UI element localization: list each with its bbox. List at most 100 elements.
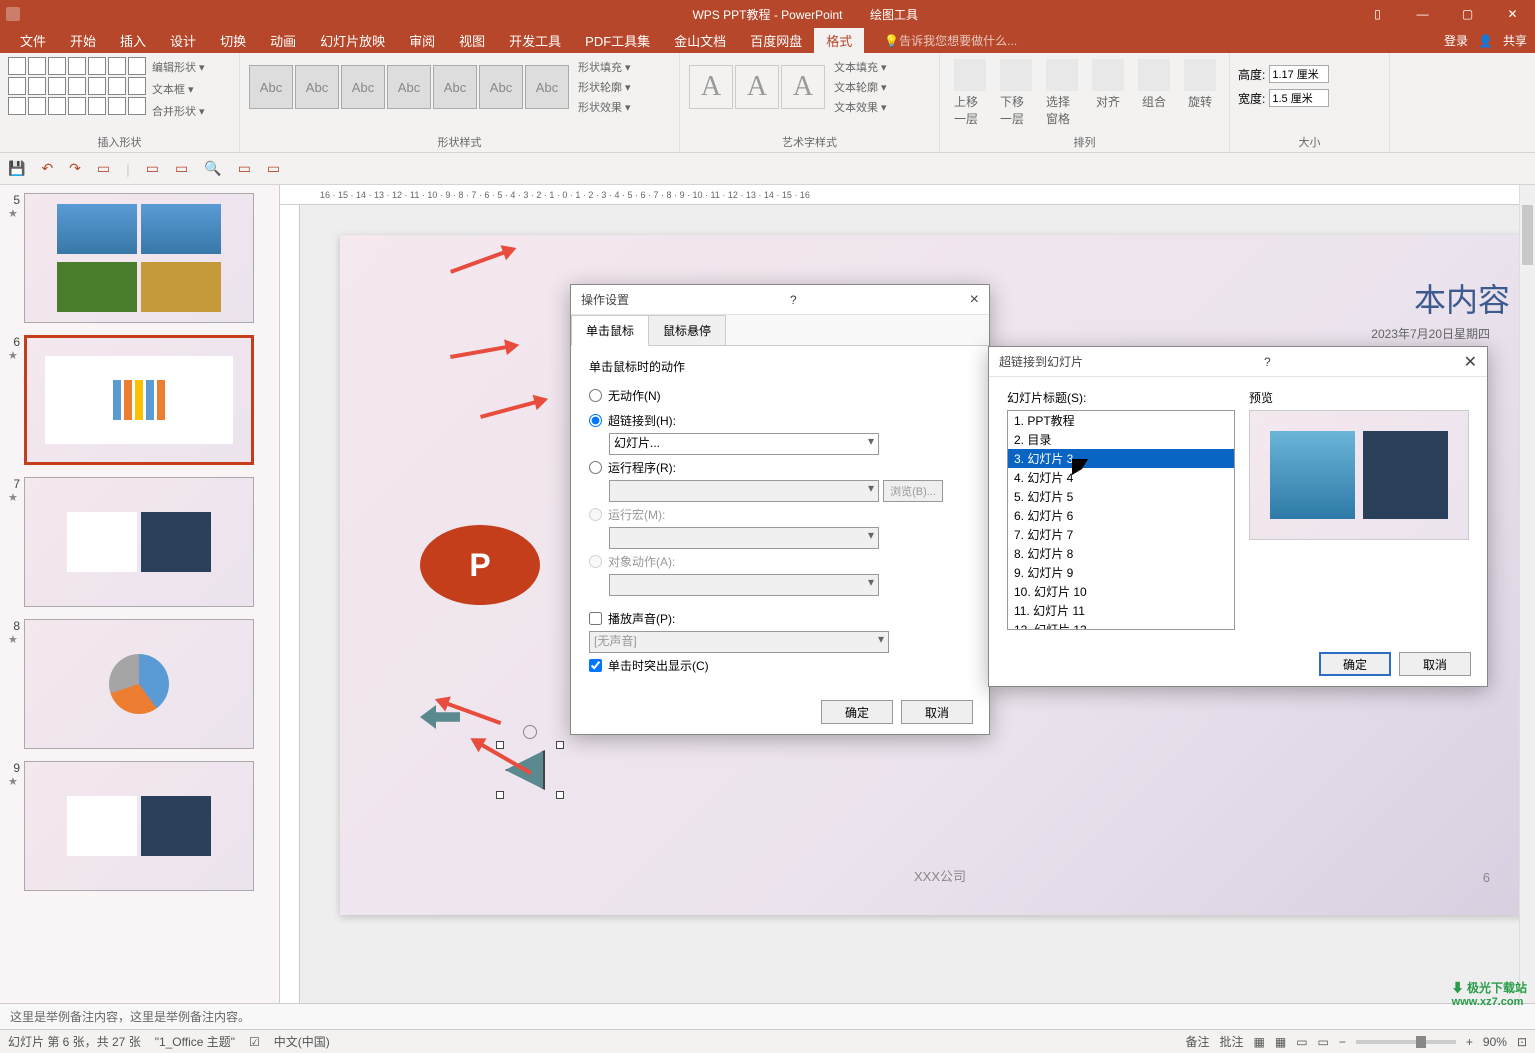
- resize-handle[interactable]: [556, 791, 564, 799]
- text-outline-button[interactable]: 文本轮廓 ▾: [834, 77, 887, 97]
- tab-jinshan[interactable]: 金山文档: [662, 27, 738, 54]
- qat-icon[interactable]: ▭: [267, 160, 280, 177]
- normal-view-icon[interactable]: ▦: [1254, 1035, 1265, 1049]
- zoom-out-icon[interactable]: −: [1339, 1035, 1346, 1049]
- list-item[interactable]: 2. 目录: [1008, 430, 1234, 449]
- spellcheck-icon[interactable]: ☑: [249, 1035, 260, 1049]
- tab-animations[interactable]: 动画: [258, 27, 308, 54]
- sorter-view-icon[interactable]: ▦: [1275, 1035, 1286, 1049]
- rotate-handle-icon[interactable]: [523, 725, 537, 739]
- thumbnail-8[interactable]: 8★: [8, 619, 271, 749]
- align-button[interactable]: 对齐: [1086, 57, 1130, 129]
- tellme-input[interactable]: 告诉我您想要做什么...: [899, 32, 1017, 49]
- radio-run-program[interactable]: [589, 461, 602, 474]
- zoom-in-icon[interactable]: +: [1466, 1035, 1473, 1049]
- edit-shape-button[interactable]: 编辑形状 ▾: [152, 57, 205, 77]
- close-button[interactable]: ✕: [1490, 0, 1535, 28]
- textbox-button[interactable]: 文本框 ▾: [152, 79, 205, 99]
- list-item[interactable]: 8. 幻灯片 8: [1008, 544, 1234, 563]
- list-item[interactable]: 11. 幻灯片 11: [1008, 601, 1234, 620]
- notes-pane[interactable]: 这里是举例备注内容，这里是举例备注内容。: [0, 1003, 1535, 1029]
- help-icon[interactable]: ?: [790, 293, 797, 307]
- reading-view-icon[interactable]: ▭: [1296, 1035, 1307, 1049]
- close-icon[interactable]: ×: [970, 291, 979, 309]
- ok-button[interactable]: 确定: [821, 700, 893, 724]
- list-item[interactable]: 6. 幻灯片 6: [1008, 506, 1234, 525]
- minimize-button[interactable]: —: [1400, 0, 1445, 28]
- shapes-gallery[interactable]: [8, 57, 146, 121]
- tab-slideshow[interactable]: 幻灯片放映: [308, 27, 397, 54]
- list-item[interactable]: 10. 幻灯片 10: [1008, 582, 1234, 601]
- checkbox-play-sound[interactable]: [589, 612, 602, 625]
- close-icon[interactable]: ✕: [1464, 352, 1477, 372]
- width-input[interactable]: [1269, 89, 1329, 107]
- selection-pane-button[interactable]: 选择窗格: [1040, 57, 1084, 129]
- hyperlink-combo[interactable]: 幻灯片...: [609, 433, 879, 455]
- resize-handle[interactable]: [556, 741, 564, 749]
- merge-shapes-button[interactable]: 合并形状 ▾: [152, 101, 205, 121]
- shape-styles-gallery[interactable]: Abc Abc Abc Abc Abc Abc Abc: [248, 64, 570, 110]
- thumbnail-5[interactable]: 5★: [8, 193, 271, 323]
- tab-file[interactable]: 文件: [8, 27, 58, 54]
- list-item[interactable]: 3. 幻灯片 3: [1008, 449, 1234, 468]
- browse-button[interactable]: 浏览(B)...: [883, 480, 943, 502]
- zoom-level[interactable]: 90%: [1483, 1035, 1507, 1049]
- tab-review[interactable]: 审阅: [397, 27, 447, 54]
- list-item[interactable]: 5. 幻灯片 5: [1008, 487, 1234, 506]
- group-button[interactable]: 组合: [1132, 57, 1176, 129]
- qat-icon[interactable]: ▭: [175, 160, 188, 177]
- tab-insert[interactable]: 插入: [108, 27, 158, 54]
- height-input[interactable]: [1269, 65, 1329, 83]
- tab-baidu[interactable]: 百度网盘: [738, 27, 814, 54]
- ribbon-display-options[interactable]: ▯: [1355, 0, 1400, 28]
- wordart-gallery[interactable]: A A A: [688, 64, 826, 110]
- cancel-button[interactable]: 取消: [901, 700, 973, 724]
- thumbnail-7[interactable]: 7★: [8, 477, 271, 607]
- save-icon[interactable]: 💾: [8, 160, 25, 177]
- tab-mouse-hover[interactable]: 鼠标悬停: [648, 315, 726, 345]
- list-item[interactable]: 7. 幻灯片 7: [1008, 525, 1234, 544]
- list-item[interactable]: 9. 幻灯片 9: [1008, 563, 1234, 582]
- slide-thumbnails-panel[interactable]: 5★ 6★ 7★ 8★ 9★: [0, 185, 280, 1003]
- thumbnail-9[interactable]: 9★: [8, 761, 271, 891]
- login-button[interactable]: 登录: [1444, 32, 1468, 49]
- rotate-button[interactable]: 旋转: [1178, 57, 1222, 129]
- radio-hyperlink[interactable]: [589, 414, 602, 427]
- tab-view[interactable]: 视图: [447, 27, 497, 54]
- tab-developer[interactable]: 开发工具: [497, 27, 573, 54]
- resize-handle[interactable]: [496, 791, 504, 799]
- resize-handle[interactable]: [496, 741, 504, 749]
- fit-to-window-icon[interactable]: ⊡: [1517, 1035, 1527, 1049]
- vertical-scrollbar[interactable]: [1519, 185, 1535, 1003]
- tab-home[interactable]: 开始: [58, 27, 108, 54]
- text-effects-button[interactable]: 文本效果 ▾: [834, 97, 887, 117]
- help-icon[interactable]: ?: [1264, 355, 1271, 369]
- ok-button[interactable]: 确定: [1319, 652, 1391, 676]
- qat-icon[interactable]: 🔍: [204, 160, 221, 177]
- list-item[interactable]: 1. PPT教程: [1008, 411, 1234, 430]
- undo-icon[interactable]: ↶: [41, 160, 53, 177]
- bring-forward-button[interactable]: 上移一层: [948, 57, 992, 129]
- tab-pdf-tools[interactable]: PDF工具集: [573, 27, 662, 54]
- zoom-slider[interactable]: [1356, 1040, 1456, 1044]
- redo-icon[interactable]: ↷: [69, 160, 81, 177]
- slide-listbox[interactable]: 1. PPT教程 2. 目录 3. 幻灯片 3 4. 幻灯片 4 5. 幻灯片 …: [1007, 410, 1235, 630]
- text-fill-button[interactable]: 文本填充 ▾: [834, 57, 887, 77]
- qat-icon[interactable]: ▭: [146, 160, 159, 177]
- maximize-button[interactable]: ▢: [1445, 0, 1490, 28]
- shape-fill-button[interactable]: 形状填充 ▾: [578, 57, 631, 77]
- shape-outline-button[interactable]: 形状轮廓 ▾: [578, 77, 631, 97]
- list-item[interactable]: 4. 幻灯片 4: [1008, 468, 1234, 487]
- checkbox-highlight[interactable]: [589, 659, 602, 672]
- qat-icon[interactable]: ▭: [97, 160, 110, 177]
- thumbnail-6[interactable]: 6★: [8, 335, 271, 465]
- slideshow-view-icon[interactable]: ▭: [1318, 1035, 1329, 1049]
- share-button[interactable]: 共享: [1503, 32, 1527, 49]
- tab-design[interactable]: 设计: [158, 27, 208, 54]
- qat-icon[interactable]: ▭: [238, 160, 251, 177]
- tab-transitions[interactable]: 切换: [208, 27, 258, 54]
- shape-effects-button[interactable]: 形状效果 ▾: [578, 97, 631, 117]
- list-item[interactable]: 12. 幻灯片 12: [1008, 620, 1234, 630]
- cancel-button[interactable]: 取消: [1399, 652, 1471, 676]
- send-backward-button[interactable]: 下移一层: [994, 57, 1038, 129]
